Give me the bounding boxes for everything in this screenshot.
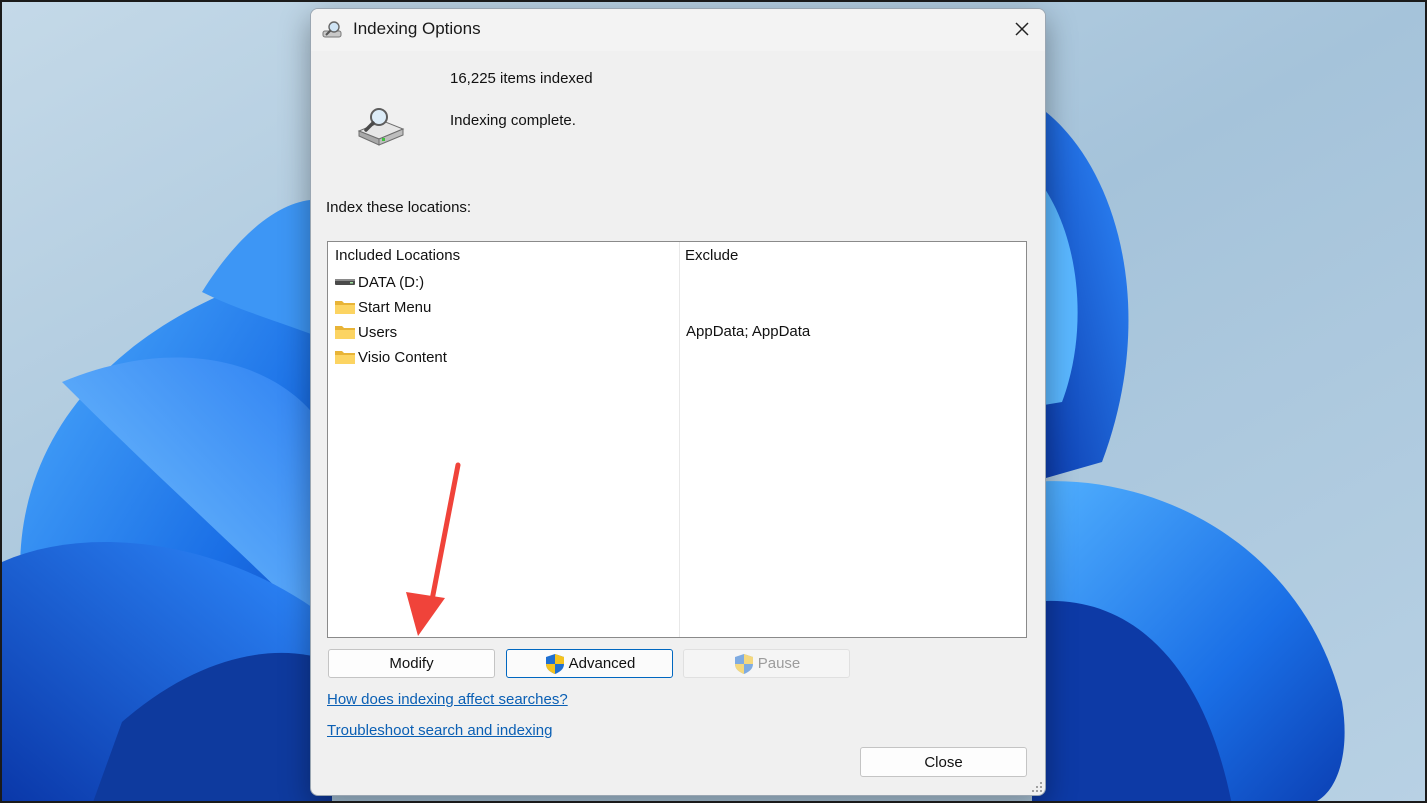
modify-button[interactable]: Modify xyxy=(328,649,495,678)
list-item[interactable]: Users xyxy=(334,320,397,344)
column-divider xyxy=(679,242,680,637)
title-bar[interactable]: Indexing Options xyxy=(311,9,1045,51)
modify-label: Modify xyxy=(389,655,434,672)
uac-shield-icon xyxy=(734,653,753,674)
drive-icon xyxy=(335,279,355,285)
list-item[interactable]: Visio Content xyxy=(334,345,447,369)
items-indexed-count: 16,225 items indexed xyxy=(450,70,593,87)
advanced-button[interactable]: Advanced xyxy=(506,649,673,678)
indexing-options-dialog: Indexing Options 16,225 items indexed In… xyxy=(310,8,1046,796)
title-close-button[interactable] xyxy=(999,9,1045,49)
indexing-magnifier-icon xyxy=(322,21,342,38)
close-button[interactable]: Close xyxy=(860,747,1027,777)
troubleshoot-link[interactable]: Troubleshoot search and indexing xyxy=(327,722,552,739)
close-icon xyxy=(1015,22,1029,36)
window-title: Indexing Options xyxy=(353,19,481,38)
location-name: Start Menu xyxy=(358,298,432,316)
location-name: Visio Content xyxy=(358,348,447,366)
advanced-label: Advanced xyxy=(568,655,636,672)
close-label: Close xyxy=(924,753,963,771)
exclude-header[interactable]: Exclude xyxy=(685,247,738,264)
folder-icon xyxy=(335,351,355,364)
resize-grip-icon[interactable] xyxy=(1031,781,1043,793)
indexing-help-link[interactable]: How does indexing affect searches? xyxy=(327,691,568,708)
location-name: DATA (D:) xyxy=(358,273,425,291)
pause-label: Pause xyxy=(757,655,801,672)
folder-icon xyxy=(335,301,355,314)
exclude-value: AppData; AppData xyxy=(686,323,811,340)
list-item[interactable]: DATA (D:) xyxy=(334,270,424,294)
locations-list[interactable]: Included Locations Exclude DATA (D:) Sta… xyxy=(327,241,1027,638)
list-item[interactable]: Start Menu xyxy=(334,295,431,319)
locations-label: Index these locations: xyxy=(326,199,472,216)
screenshot-frame: Indexing Options 16,225 items indexed In… xyxy=(0,0,1427,803)
uac-shield-icon xyxy=(545,653,564,674)
pause-button[interactable]: Pause xyxy=(683,649,850,678)
folder-icon xyxy=(335,326,355,339)
indexing-drive-icon xyxy=(357,108,405,146)
included-locations-header[interactable]: Included Locations xyxy=(335,247,460,264)
location-name: Users xyxy=(358,323,398,341)
indexing-status: Indexing complete. xyxy=(450,112,576,129)
